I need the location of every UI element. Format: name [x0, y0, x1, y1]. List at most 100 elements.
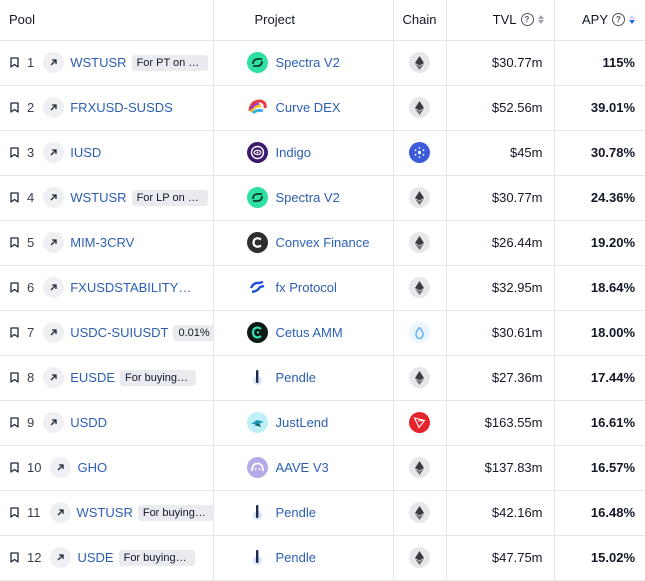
pool-link[interactable]: WSTUSR — [77, 505, 133, 520]
sort-icon[interactable] — [629, 15, 635, 25]
rank: 8 — [27, 370, 35, 385]
pool-link[interactable]: USDC-SUIUSDT — [70, 325, 168, 340]
arrow-up-right-icon[interactable] — [43, 412, 65, 433]
project-link[interactable]: Pendle — [276, 550, 316, 565]
pool-link[interactable]: FRXUSD-SUSDS — [70, 100, 173, 115]
ethereum-icon — [409, 97, 430, 118]
pool-link[interactable]: WSTUSR — [70, 190, 126, 205]
question-circle-icon[interactable]: ? — [612, 13, 625, 27]
table-row[interactable]: 4 WSTUSR For LP on wstUSR Spectra V2 $30.77m… — [0, 175, 645, 221]
project-link[interactable]: Pendle — [276, 505, 316, 520]
tvl-value: $47.75m — [446, 535, 555, 581]
fx-logo-icon — [246, 277, 268, 298]
tvl-value: $163.55m — [446, 400, 555, 446]
bookmark-icon[interactable] — [10, 372, 19, 383]
rank: 9 — [27, 415, 35, 430]
rank: 10 — [27, 460, 42, 475]
table-row[interactable]: 6 FXUSDSTABILITYPOOL fx Protocol $32.95m18.… — [0, 265, 645, 311]
bookmark-icon[interactable] — [10, 237, 19, 248]
tvl-value: $45m — [446, 130, 555, 176]
project-link[interactable]: JustLend — [276, 415, 329, 430]
table-row[interactable]: 9 USDD JustLend $163.55m 16.61% — [0, 400, 645, 446]
project-link[interactable]: Spectra V2 — [276, 55, 340, 70]
aave-logo-icon — [246, 457, 268, 478]
tvl-value: $137.83m — [446, 445, 555, 491]
pool-link[interactable]: FXUSDSTABILITYPOOL — [70, 280, 196, 295]
arrow-up-right-icon[interactable] — [43, 187, 65, 208]
curve-logo-icon — [246, 97, 268, 118]
ethereum-icon — [409, 502, 430, 523]
bookmark-icon[interactable] — [10, 417, 19, 428]
bookmark-icon[interactable] — [10, 192, 19, 203]
arrow-up-right-icon[interactable] — [43, 232, 65, 253]
project-link[interactable]: Indigo — [276, 145, 311, 160]
arrow-up-right-icon[interactable] — [43, 142, 65, 163]
table-row[interactable]: 12 USDE For buying PT-USDe Pendle $47.75m15.… — [0, 535, 645, 581]
pendle-logo-icon — [246, 367, 268, 388]
arrow-up-right-icon[interactable] — [43, 97, 65, 118]
ethereum-icon — [409, 457, 430, 478]
sort-icon[interactable] — [537, 15, 544, 25]
pool-tag: For buying PT-USDe — [118, 549, 195, 566]
bookmark-icon[interactable] — [10, 507, 19, 518]
pool-tag: For LP on wstUSR — [131, 189, 208, 206]
arrow-up-right-icon[interactable] — [43, 277, 65, 298]
header-chain[interactable]: Chain — [393, 0, 447, 41]
rank: 5 — [27, 235, 35, 250]
pool-link[interactable]: USDD — [70, 415, 107, 430]
table-row[interactable]: 3 IUSD Indigo $45m 30.78% — [0, 130, 645, 176]
table-row[interactable]: 1 WSTUSR For PT on wstUSR Spectra V2 $30.77m… — [0, 40, 645, 86]
header-project[interactable]: Project — [213, 0, 394, 41]
pool-link[interactable]: EUSDE — [70, 370, 115, 385]
sui-icon — [409, 322, 430, 343]
bookmark-icon[interactable] — [10, 282, 19, 293]
table-row[interactable]: 11 WSTUSR For buying PT-wstUSR Pendle $42.16… — [0, 490, 645, 536]
ethereum-icon — [409, 547, 430, 568]
tvl-value: $52.56m — [446, 85, 555, 131]
header-tvl[interactable]: TVL ? — [446, 0, 555, 41]
pool-link[interactable]: IUSD — [70, 145, 101, 160]
table-row[interactable]: 5 MIM-3CRV Convex Finance $26.44m 19.20% — [0, 220, 645, 266]
table-row[interactable]: 10 GHO AAVE V3 $137.83m 16.57% — [0, 445, 645, 491]
arrow-up-right-icon[interactable] — [43, 322, 65, 343]
bookmark-icon[interactable] — [10, 102, 19, 113]
bookmark-icon[interactable] — [10, 327, 19, 338]
arrow-up-right-icon[interactable] — [49, 502, 71, 523]
header-pool[interactable]: Pool — [0, 0, 214, 41]
pool-link[interactable]: GHO — [77, 460, 107, 475]
bookmark-icon[interactable] — [10, 147, 19, 158]
arrow-up-right-icon[interactable] — [43, 52, 65, 73]
bookmark-icon[interactable] — [10, 462, 19, 473]
spectra-logo-icon — [246, 187, 268, 208]
header-apy[interactable]: APY ? — [554, 0, 645, 41]
pendle-logo-icon — [246, 547, 268, 568]
project-link[interactable]: AAVE V3 — [276, 460, 329, 475]
project-link[interactable]: Spectra V2 — [276, 190, 340, 205]
table-row[interactable]: 2 FRXUSD-SUSDS Curve DEX $52.56m 39.01% — [0, 85, 645, 131]
header-tvl-label: TVL — [492, 12, 517, 28]
project-link[interactable]: Cetus AMM — [276, 325, 343, 340]
project-link[interactable]: fx Protocol — [276, 280, 337, 295]
tvl-value: $32.95m — [446, 265, 555, 311]
table-row[interactable]: 8 EUSDE For buying PT-eUSDe Pendle $27.36m17… — [0, 355, 645, 401]
tvl-value: $30.77m — [446, 175, 555, 221]
arrow-up-right-icon[interactable] — [50, 547, 72, 568]
project-link[interactable]: Pendle — [276, 370, 316, 385]
tvl-value: $27.36m — [446, 355, 555, 401]
pool-link[interactable]: USDE — [77, 550, 113, 565]
tron-icon — [409, 412, 430, 433]
question-circle-icon[interactable]: ? — [520, 13, 534, 27]
header-apy-label: APY — [581, 12, 608, 28]
project-link[interactable]: Curve DEX — [276, 100, 341, 115]
bookmark-icon[interactable] — [10, 57, 19, 68]
apy-value: 15.02% — [554, 535, 645, 581]
bookmark-icon[interactable] — [10, 552, 19, 563]
tvl-value: $26.44m — [446, 220, 555, 266]
pendle-logo-icon — [246, 502, 268, 523]
arrow-up-right-icon[interactable] — [43, 367, 65, 388]
pool-link[interactable]: WSTUSR — [70, 55, 126, 70]
arrow-up-right-icon[interactable] — [50, 457, 72, 478]
table-row[interactable]: 7 USDC-SUIUSDT 0.01% Cetus AMM $30.61m 18.00% — [0, 310, 645, 356]
pool-link[interactable]: MIM-3CRV — [70, 235, 134, 250]
project-link[interactable]: Convex Finance — [276, 235, 370, 250]
